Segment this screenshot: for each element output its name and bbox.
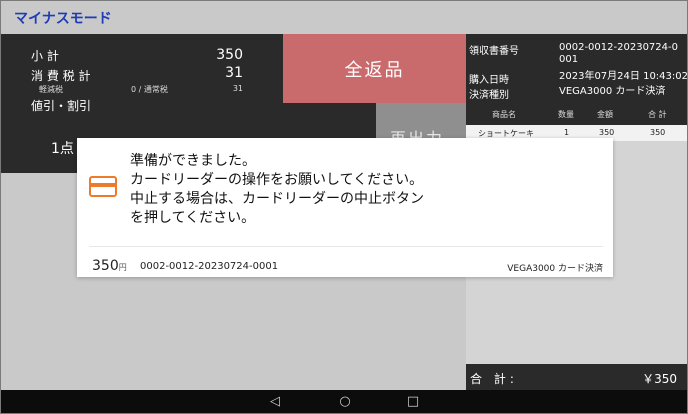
item-total: 350 — [650, 128, 666, 137]
reduced-tax-value: 31 — [232, 84, 243, 93]
dialog-message-line-3: 中止する場合は、カードリーダーの中止ボタン — [130, 191, 424, 207]
item-price: 350 — [599, 128, 615, 137]
dialog-message-line-2: カードリーダーの操作をお願いしてください。 — [130, 172, 424, 188]
payment-type-label: 決済種別 — [469, 90, 509, 101]
android-nav-bar: ◁ ○ □ — [1, 390, 687, 413]
reduced-tax-label: 軽減税 — [39, 85, 63, 94]
column-header-qty: 数量 — [558, 110, 574, 119]
receipt-number-value: 0002-0012-20230724-0001 — [559, 42, 678, 65]
top-bar: マイナスモード — [1, 1, 687, 34]
tax-label: 消 費 税 計 — [31, 69, 91, 83]
back-icon[interactable]: ◁ — [263, 392, 287, 411]
subtotal-label: 小 計 — [31, 49, 59, 63]
dialog-message-line-1: 準備ができました。 — [130, 153, 256, 169]
purchase-date-label: 購入日時 — [469, 75, 509, 86]
total-value: ￥350 — [642, 372, 677, 386]
dialog-payment-method: VEGA3000 カード決済 — [507, 264, 603, 274]
purchase-date-value: 2023年07月24日 10:43:02 — [559, 71, 688, 82]
item-qty: 1 — [564, 128, 570, 137]
card-reader-dialog: 準備ができました。 カードリーダーの操作をお願いしてください。 中止する場合は、… — [77, 138, 613, 277]
receipt-number-label: 領収書番号 — [469, 46, 519, 57]
subtotal-value: 350 — [216, 47, 243, 63]
column-header-total: 合 計 — [648, 110, 667, 119]
tax-value: 31 — [225, 65, 243, 81]
reduced-tax-mid: 0 / 通常税 — [131, 85, 168, 94]
app-window: マイナスモード 小 計 350 消 費 税 計 31 軽減税 0 / 通常税 3… — [0, 0, 688, 414]
recents-icon[interactable]: □ — [401, 392, 425, 411]
column-header-name: 商品名 — [492, 110, 516, 119]
mode-title: マイナスモード — [14, 11, 112, 27]
credit-card-icon — [89, 176, 117, 197]
item-count: 1点 — [51, 141, 74, 157]
dialog-yen-unit: 円 — [118, 263, 127, 272]
dialog-amount-value: 350 — [92, 258, 119, 274]
home-icon[interactable]: ○ — [333, 392, 357, 411]
return-all-button[interactable]: 全返品 — [283, 34, 466, 103]
total-label: 合 計: — [470, 372, 518, 386]
dialog-receipt-number: 0002-0012-20230724-0001 — [140, 261, 279, 272]
payment-type-value: VEGA3000 カード決済 — [559, 86, 666, 97]
dialog-amount: 350円 — [92, 258, 127, 274]
total-bar: 合 計: ￥350 — [466, 364, 687, 390]
dialog-message-line-4: を押してください。 — [130, 210, 256, 226]
discount-label: 値引・割引 — [31, 99, 92, 113]
column-header-price: 金額 — [597, 110, 613, 119]
dialog-divider — [89, 246, 603, 247]
